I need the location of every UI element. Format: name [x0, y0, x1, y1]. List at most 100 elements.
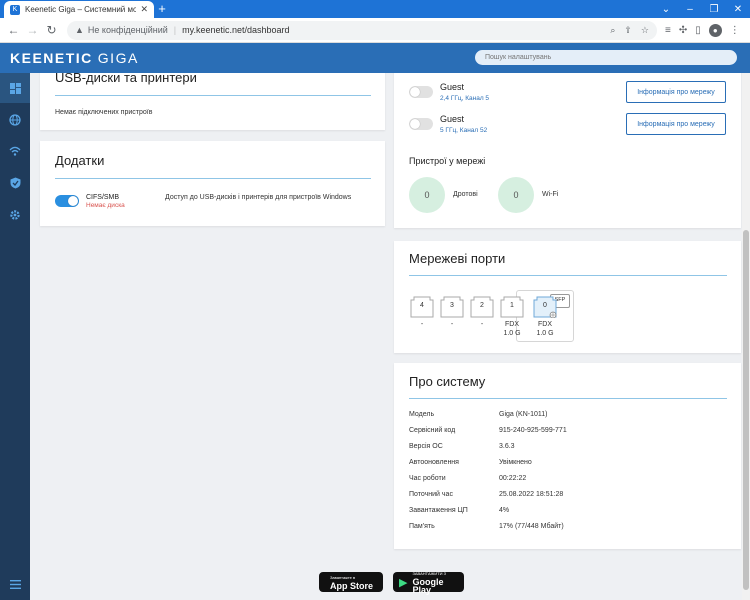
wifi-devices-count[interactable]: 0	[498, 177, 534, 213]
system-value: Giga (KN-1011)	[499, 411, 548, 418]
sidebar-item-dashboard[interactable]	[0, 73, 30, 103]
cifs-toggle[interactable]	[55, 195, 79, 207]
sidebar-item-wifi[interactable]	[0, 136, 30, 166]
forward-icon[interactable]: →	[23, 21, 42, 40]
cifs-name: CIFS/SMB	[86, 194, 120, 201]
sidebar-item-security[interactable]	[0, 168, 30, 198]
google-play-badge[interactable]: ▶ ЗАВАНТАЖИТИ З Google Play	[393, 571, 464, 595]
bookmark-star-icon[interactable]: ☆	[641, 25, 649, 36]
ports-title-rule	[409, 275, 727, 276]
brand-model: GIGA	[97, 50, 139, 66]
system-key: Модель	[409, 411, 435, 418]
scrollbar-thumb[interactable]	[743, 230, 749, 590]
guest-24-toggle[interactable]	[409, 86, 433, 98]
security-label: Не конфіденційний	[87, 25, 168, 35]
port-status: -	[420, 321, 424, 328]
back-icon[interactable]: ←	[4, 21, 23, 40]
address-bar[interactable]: ▲ Не конфіденційний | my.keenetic.net/da…	[67, 20, 657, 40]
ports-card-title: Мережеві порти	[409, 251, 506, 266]
guest-5-info-button[interactable]: Інформація про мережу	[626, 113, 726, 135]
port-number: 4	[420, 302, 424, 309]
sidebar	[0, 73, 30, 600]
profile-avatar-icon[interactable]: ●	[708, 23, 722, 37]
apps-card-title: Додатки	[55, 153, 105, 168]
system-value: 4%	[499, 507, 510, 514]
port-speed: 1.0 G	[536, 330, 554, 337]
url-text: my.keenetic.net/dashboard	[182, 25, 290, 35]
system-value: 25.08.2022 18:51:28	[499, 491, 564, 498]
apps-card: Додатки CIFS/SMB Немає диска Доступ до U…	[40, 141, 385, 226]
app-store-badge[interactable]: Завантажте в App Store	[319, 572, 383, 592]
system-key: Версія ОС	[409, 443, 443, 450]
port-speed: 1.0 G	[503, 330, 521, 337]
omni-divider: |	[173, 25, 177, 35]
ports-card: Мережеві порти SFP 4 - 3 - 2 - 1 FDX 1.0…	[394, 241, 741, 353]
browser-tab[interactable]: K Keenetic Giga – Системний мо... ✕	[4, 1, 154, 18]
close-window-icon[interactable]: ✕	[726, 0, 750, 18]
port-4[interactable]: 4 -	[409, 296, 435, 329]
browser-tab-strip: K Keenetic Giga – Системний мо... ✕ + ⌄ …	[0, 0, 750, 18]
port-1[interactable]: 1 FDX 1.0 G	[499, 296, 525, 338]
app-header: KEENETIC GIGA	[0, 43, 750, 73]
usb-empty-text: Немає підключених пристроїв	[55, 109, 153, 116]
usb-card-title: USB-диски та принтери	[55, 73, 197, 85]
system-value: 915-240-925-599-771	[499, 427, 567, 434]
sidebar-item-internet[interactable]	[0, 105, 30, 135]
system-card: Про систему Модель Giga (KN-1011) Сервіс…	[394, 363, 741, 549]
cifs-description: Доступ до USB-дисків і принтерів для при…	[165, 194, 352, 201]
wifi-icon	[9, 146, 21, 156]
dashboard-icon	[9, 82, 21, 94]
sidebar-menu-toggle[interactable]	[0, 569, 30, 599]
new-tab-button[interactable]: +	[154, 1, 170, 17]
guest-5-toggle[interactable]	[409, 118, 433, 130]
system-value: 17% (77/448 Мбайт)	[499, 523, 564, 530]
reload-icon[interactable]: ↻	[42, 21, 61, 40]
minimize-icon[interactable]: –	[678, 0, 702, 18]
port-number: 2	[480, 302, 484, 309]
gear-icon	[10, 210, 20, 220]
tab-search-icon[interactable]: ⌄	[654, 0, 678, 18]
system-key: Сервісний код	[409, 427, 456, 434]
guest-24-info-button[interactable]: Інформація про мережу	[626, 81, 726, 103]
dashboard-content: USB-диски та принтери Немає підключених …	[30, 73, 742, 600]
port-status: -	[480, 321, 484, 328]
port-number: 1	[510, 302, 514, 309]
sidebar-item-settings[interactable]	[0, 200, 30, 230]
wifi-card: Guest 2,4 ГГц, Канал 5 Інформація про ме…	[394, 73, 741, 228]
maximize-icon[interactable]: ❐	[702, 0, 726, 18]
share-icon[interactable]: ⇪	[624, 25, 632, 36]
close-tab-icon[interactable]: ✕	[140, 4, 148, 15]
port-status: -	[450, 321, 454, 328]
extensions-icon[interactable]: ✣	[679, 25, 687, 36]
keenetic-favicon-icon: K	[10, 4, 20, 15]
port-duplex: FDX	[505, 321, 519, 328]
settings-search-input[interactable]	[475, 50, 737, 65]
port-2[interactable]: 2 -	[469, 296, 495, 329]
menu-dots-icon[interactable]: ⋮	[730, 25, 740, 36]
port-0-wan[interactable]: 0 FDX 1.0 G	[532, 296, 558, 338]
port-duplex: FDX	[538, 321, 552, 328]
system-key: Пам'ять	[409, 523, 435, 530]
port-number: 3	[450, 302, 454, 309]
reading-list-icon[interactable]: ≡	[665, 25, 671, 36]
guest-5-detail: 5 ГГц, Канал 52	[440, 127, 488, 134]
page-scrollbar[interactable]	[742, 73, 750, 600]
shield-icon	[10, 177, 20, 189]
usb-title-rule	[55, 95, 371, 96]
port-3[interactable]: 3 -	[439, 296, 465, 329]
usb-card: USB-диски та принтери Немає підключених …	[40, 73, 385, 130]
system-value: 3.6.3	[499, 443, 515, 450]
guest-5-name: Guest	[440, 114, 465, 124]
guest-24-detail: 2,4 ГГц, Канал 5	[440, 95, 490, 102]
port-number: 0	[543, 302, 547, 309]
window-controls: ⌄ – ❐ ✕	[654, 0, 750, 18]
zoom-icon[interactable]: ⌕	[610, 25, 615, 36]
warning-icon[interactable]: ▲	[75, 25, 84, 35]
keenetic-logo[interactable]: KEENETIC GIGA	[10, 50, 139, 66]
globe-icon	[9, 114, 21, 126]
side-panel-icon[interactable]: ▯	[695, 25, 701, 36]
wired-devices-label: Дротові	[453, 191, 478, 198]
omni-tools: ⌕ ⇪ ☆	[610, 25, 649, 36]
google-play-icon: ▶	[399, 576, 408, 589]
wired-devices-count[interactable]: 0	[409, 177, 445, 213]
